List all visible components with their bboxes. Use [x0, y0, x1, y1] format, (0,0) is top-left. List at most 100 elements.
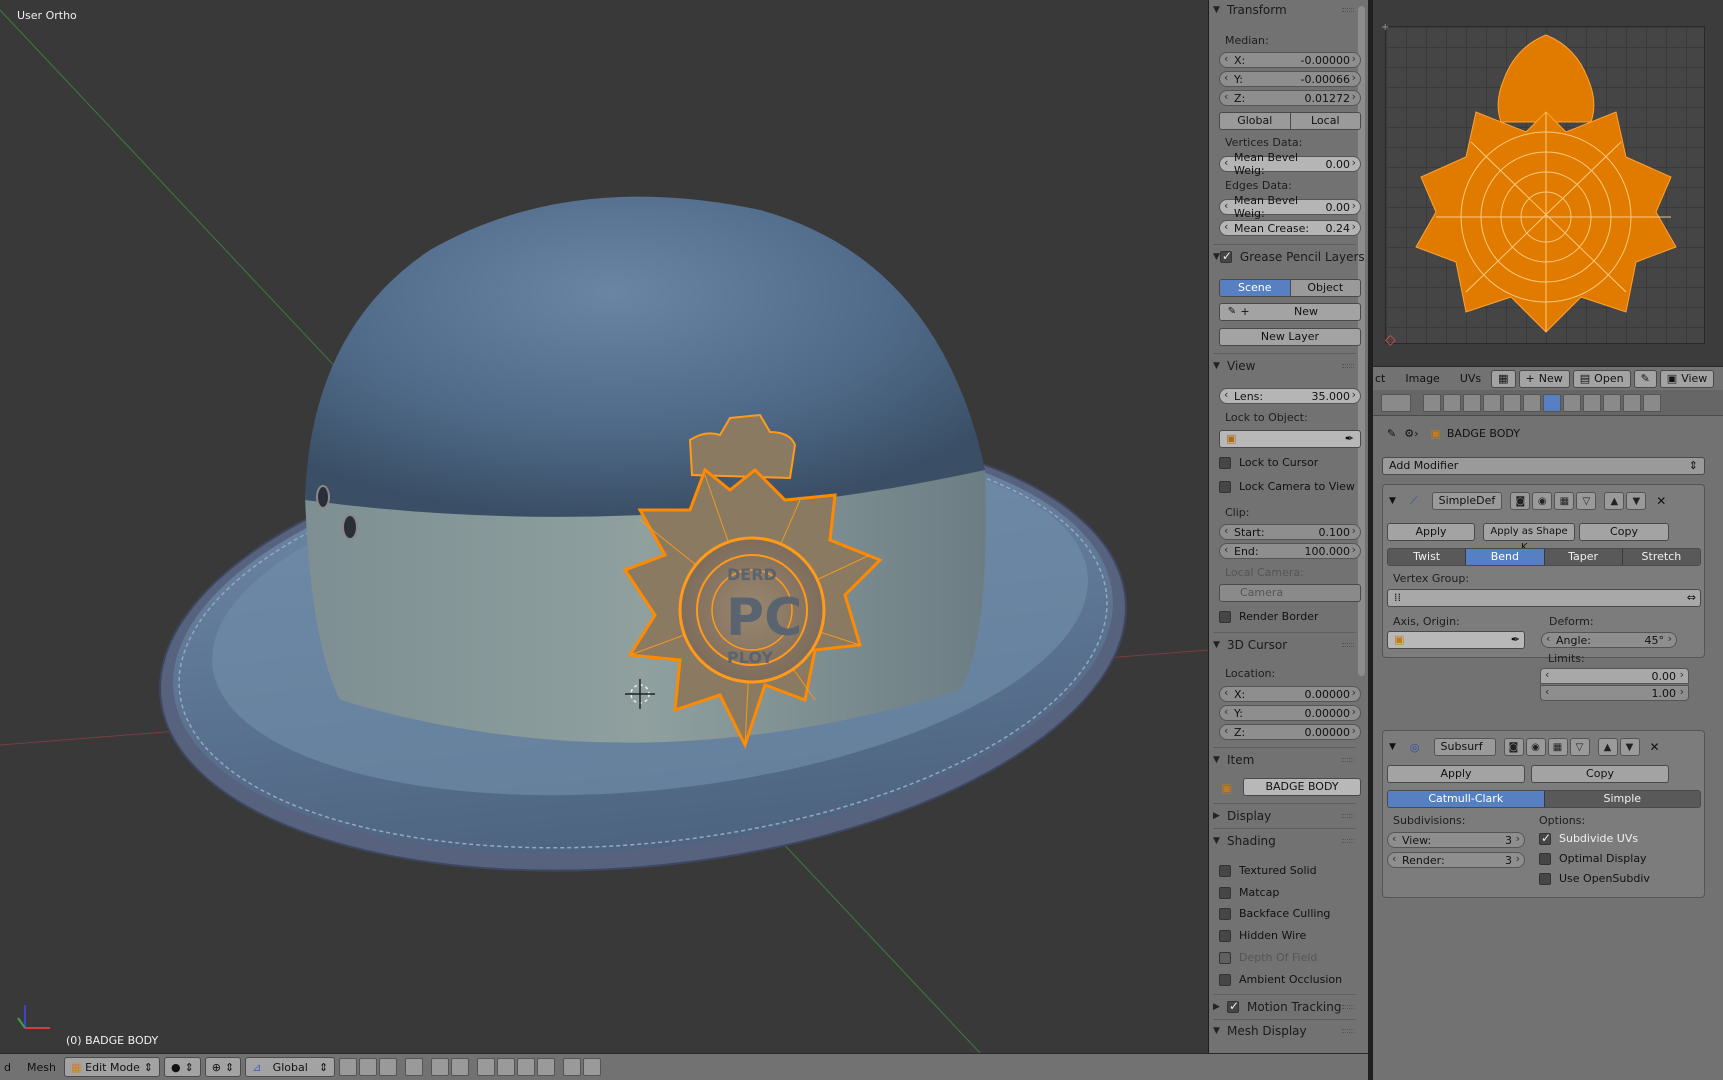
median-x-field[interactable]: X:-0.00000: [1219, 52, 1361, 68]
uv-editor[interactable]: + ◇: [1373, 0, 1723, 366]
occlude-geometry-icon[interactable]: [405, 1058, 424, 1076]
uv-cursor-icon[interactable]: ◇: [1385, 332, 1396, 348]
mesh-menu[interactable]: Mesh: [19, 1061, 64, 1074]
scene-tab-icon[interactable]: [1463, 393, 1481, 412]
subsurf-modifier[interactable]: ▼ ◎ Subsurf ◙ ◉ ▦ ▽ ▲ ▼ ✕ Apply Copy Cat…: [1382, 730, 1705, 898]
particles-tab-icon[interactable]: [1623, 393, 1641, 412]
modifier-name-field[interactable]: Subsurf: [1433, 738, 1496, 756]
edge-bevel-field[interactable]: Mean Bevel Weig:0.00: [1219, 194, 1361, 220]
add-modifier-dropdown[interactable]: Add Modifier ⇕: [1382, 457, 1705, 475]
new-layer-button[interactable]: New Layer: [1219, 328, 1361, 346]
transform-header[interactable]: ▼ Transform: [1213, 0, 1356, 20]
cage-toggle-icon[interactable]: ▽: [1576, 492, 1597, 510]
opengl-render-icon[interactable]: [563, 1058, 582, 1076]
swap-icon[interactable]: ⇔: [1687, 590, 1696, 606]
render-tab-icon[interactable]: [1423, 393, 1441, 412]
motion-tracking-checkbox[interactable]: [1227, 999, 1239, 1013]
pin-button[interactable]: ✎: [1633, 369, 1657, 388]
eyedropper-icon[interactable]: ✒: [1345, 431, 1354, 447]
move-up-icon[interactable]: ▲: [1597, 738, 1618, 756]
grease-pencil-header[interactable]: ▼ Grease Pencil Layers: [1213, 247, 1365, 267]
edge-select-icon[interactable]: [359, 1058, 378, 1076]
vertex-group-field[interactable]: ⁞⁞ ⇔: [1387, 589, 1701, 607]
cursor-y-field[interactable]: Y:0.00000: [1219, 705, 1361, 721]
local-button[interactable]: Local: [1290, 113, 1360, 129]
modifier-name-field[interactable]: SimpleDef: [1431, 492, 1503, 510]
deform-mode-toggle[interactable]: Twist Bend Taper Stretch: [1387, 548, 1701, 566]
viewport-toggle-icon[interactable]: ◉: [1532, 492, 1553, 510]
render-border[interactable]: Render Border: [1219, 610, 1319, 623]
shading-header[interactable]: ▼ Shading: [1213, 831, 1356, 851]
bend-button[interactable]: Bend: [1466, 549, 1545, 565]
shading-selector[interactable]: ● ⇕: [163, 1057, 201, 1077]
modifier-header[interactable]: ▼ ⟋ SimpleDef ◙ ◉ ▦ ▽ ▲ ▼ ✕: [1387, 491, 1700, 511]
collapse-icon[interactable]: ▼: [1389, 742, 1396, 752]
physics-tab-icon[interactable]: [1643, 393, 1661, 412]
apply-button[interactable]: Apply: [1387, 523, 1475, 541]
use-opensubdiv-checkbox[interactable]: Use OpenSubdiv: [1539, 872, 1650, 885]
apply-button[interactable]: Apply: [1387, 765, 1525, 783]
modifiers-tab-icon[interactable]: [1543, 393, 1561, 412]
snap-element-icon[interactable]: [497, 1058, 516, 1076]
image-menu[interactable]: Image: [1395, 372, 1449, 385]
uv-grid[interactable]: [1385, 26, 1705, 344]
subdivision-type-toggle[interactable]: Catmull-Clark Simple: [1387, 790, 1701, 808]
constraints-tab-icon[interactable]: [1523, 393, 1541, 412]
3d-view-header[interactable]: d Mesh ▦ Edit Mode ⇕ ● ⇕ ⊕ ⇕ ⊿ Global ⇕: [0, 1053, 1368, 1080]
object-tab-icon[interactable]: [1503, 393, 1521, 412]
stretch-button[interactable]: Stretch: [1622, 549, 1700, 565]
texture-tab-icon[interactable]: [1603, 393, 1621, 412]
space-toggle[interactable]: Global Local: [1219, 112, 1361, 130]
viewport-toggle-icon[interactable]: ◉: [1525, 738, 1546, 756]
editor-type-icon[interactable]: [1381, 393, 1411, 412]
editmode-toggle-icon[interactable]: ▦: [1554, 492, 1575, 510]
apply-shape-button[interactable]: Apply as Shape K...: [1483, 523, 1575, 553]
drag-grip-icon[interactable]: [1342, 814, 1354, 818]
median-z-field[interactable]: Z:0.01272: [1219, 90, 1361, 106]
mean-crease-field[interactable]: Mean Crease:0.24: [1219, 220, 1361, 236]
close-icon[interactable]: ✕: [1656, 494, 1666, 508]
copy-button[interactable]: Copy: [1579, 523, 1669, 541]
render-toggle-icon[interactable]: ◙: [1510, 492, 1531, 510]
motion-tracking-header[interactable]: ▶ Motion Tracking: [1213, 997, 1356, 1017]
material-tab-icon[interactable]: [1583, 393, 1601, 412]
limit-max-field[interactable]: 1.00: [1540, 685, 1689, 701]
matcap-checkbox[interactable]: Matcap: [1219, 886, 1279, 899]
snap-options-icon[interactable]: [537, 1058, 556, 1076]
optimal-display-checkbox[interactable]: Optimal Display: [1539, 852, 1647, 865]
snap-icon[interactable]: [477, 1058, 496, 1076]
clip-end-field[interactable]: End:100.000: [1219, 543, 1361, 559]
editmode-toggle-icon[interactable]: ▦: [1547, 738, 1568, 756]
lock-to-cursor[interactable]: Lock to Cursor: [1219, 456, 1318, 469]
render-levels-field[interactable]: Render:3: [1387, 852, 1525, 868]
median-y-field[interactable]: Y:-0.00066: [1219, 71, 1361, 87]
properties-tabs[interactable]: [1373, 390, 1723, 416]
scene-button[interactable]: Scene: [1220, 280, 1291, 296]
lock-camera-to-view[interactable]: Lock Camera to View: [1219, 480, 1355, 493]
mesh-display-header[interactable]: ▼ Mesh Display: [1213, 1021, 1356, 1041]
hidden-wire-checkbox[interactable]: Hidden Wire: [1219, 929, 1306, 942]
cursor-x-field[interactable]: X:0.00000: [1219, 686, 1361, 702]
snap-target-icon[interactable]: [517, 1058, 536, 1076]
opengl-anim-icon[interactable]: [583, 1058, 602, 1076]
image-browse-button[interactable]: ▦: [1491, 369, 1516, 388]
render-layers-tab-icon[interactable]: [1443, 393, 1461, 412]
view-mode-button[interactable]: ▣ View: [1659, 369, 1715, 388]
origin-object-field[interactable]: ▣ ✒: [1387, 631, 1525, 649]
uv-editor-header[interactable]: ct Image UVs ▦ + New ▤ Open ✎ ▣ View: [1373, 366, 1723, 390]
3d-cursor-header[interactable]: ▼ 3D Cursor: [1213, 635, 1356, 655]
grease-pencil-checkbox[interactable]: [1219, 249, 1232, 263]
simpledeform-modifier[interactable]: ▼ ⟋ SimpleDef ◙ ◉ ▦ ▽ ▲ ▼ ✕ Apply Apply …: [1382, 484, 1705, 658]
modifier-header[interactable]: ▼ ◎ Subsurf ◙ ◉ ▦ ▽ ▲ ▼ ✕: [1387, 737, 1700, 757]
item-name-field[interactable]: BADGE BODY: [1243, 778, 1361, 796]
world-tab-icon[interactable]: [1483, 393, 1501, 412]
menu-truncated[interactable]: ct: [1373, 372, 1395, 385]
pin-icon[interactable]: ✎: [1387, 427, 1396, 440]
catmull-clark-button[interactable]: Catmull-Clark: [1388, 791, 1545, 807]
view-levels-field[interactable]: View:3: [1387, 832, 1525, 848]
menu-truncated[interactable]: d: [4, 1061, 19, 1074]
drag-grip-icon[interactable]: [1342, 8, 1354, 12]
drag-grip-icon[interactable]: [1342, 643, 1354, 647]
global-button[interactable]: Global: [1220, 113, 1291, 129]
drag-grip-icon[interactable]: [1342, 839, 1354, 843]
